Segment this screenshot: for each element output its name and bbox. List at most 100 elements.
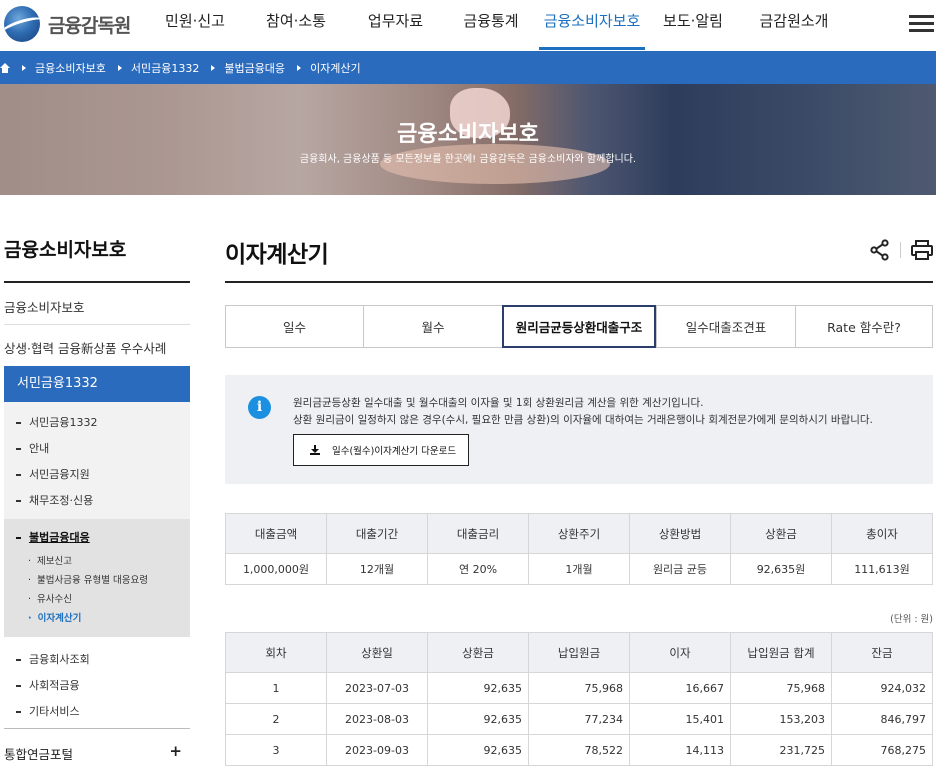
column-header: 대출금액: [225, 513, 327, 554]
tab-equal-installment[interactable]: 원리금균등상환대출구조: [502, 305, 656, 348]
table-cell: 153,203: [730, 703, 832, 735]
hero-banner: 금융소비자보호 금융회사, 금융상품 등 모든정보를 한곳에! 금융감독은 금융…: [0, 84, 936, 195]
tab-daily-loan-table[interactable]: 일수대출조견표: [656, 305, 795, 348]
menu-item-complaints[interactable]: 민원·신고: [146, 0, 244, 50]
table-cell: 2023-08-03: [326, 703, 428, 735]
menu-item-work-data[interactable]: 업무자료: [348, 0, 443, 50]
plus-icon[interactable]: +: [169, 742, 182, 760]
chevron-right-icon: [117, 64, 122, 71]
table-cell: 92,635원: [730, 553, 832, 585]
sidebar-leaf-report[interactable]: 제보신고: [28, 553, 72, 567]
table-cell: 16,667: [629, 672, 731, 704]
sidebar-leaf-similar[interactable]: 유사수신: [28, 591, 72, 605]
column-header: 납입원금: [528, 632, 630, 673]
info-text: 상환 원리금이 일정하지 않은 경우(수시, 필요한 만큼 상환)의 이자율에 …: [293, 414, 873, 426]
column-header: 상환주기: [528, 513, 630, 554]
table-cell: 1개월: [528, 553, 630, 585]
sidebar-subitem-illegal-finance[interactable]: 불법금융대응: [16, 529, 90, 545]
sidebar-subitem-social[interactable]: 사회적금융: [16, 677, 80, 693]
sidebar-subitem-other[interactable]: 기타서비스: [16, 703, 80, 719]
page-tools: [870, 239, 933, 261]
sidebar-title: 금융소비자보호: [4, 239, 127, 261]
tab-rate-function[interactable]: Rate 함수란?: [795, 305, 933, 348]
sidebar-item-label: 통합연금포털: [4, 747, 74, 762]
sidebar-item-best-practices[interactable]: 상생·협력 금융新상품 우수사례: [4, 338, 190, 366]
sidebar-subitem-company[interactable]: 금융회사조회: [16, 651, 90, 667]
tab-days[interactable]: 일수: [225, 305, 363, 348]
divider: [4, 281, 190, 283]
site-logo[interactable]: 금융감독원: [4, 6, 131, 42]
calculator-tabs: 일수 월수 원리금균등상환대출구조 일수대출조견표 Rate 함수란?: [225, 305, 933, 348]
column-header: 상환일: [326, 632, 428, 673]
share-icon[interactable]: [870, 239, 890, 261]
table-cell: 연 20%: [427, 553, 529, 585]
table-cell: 231,725: [730, 734, 832, 766]
download-button[interactable]: 일수(월수)이자계산기 다운로드: [293, 434, 469, 466]
menu-item-consumer-protection[interactable]: 금융소비자보호: [539, 0, 645, 50]
sidebar-leaf-calculator[interactable]: 이자계산기: [28, 610, 82, 624]
sidebar-item-pension[interactable]: 통합연금포털 +: [4, 742, 190, 763]
menu-item-about[interactable]: 금감원소개: [741, 0, 847, 50]
hamburger-menu-icon[interactable]: [909, 15, 934, 33]
table-cell: 75,968: [730, 672, 832, 704]
sidebar-item-seomin-1332[interactable]: 서민금융1332: [4, 366, 190, 402]
column-header: 대출금리: [427, 513, 529, 554]
sidebar-subitem-debt[interactable]: 채무조정·신용: [16, 492, 93, 508]
table-row: 2 2023-08-03 92,635 77,234 15,401 153,20…: [225, 703, 933, 735]
breadcrumb-item[interactable]: 서민금융1332: [131, 60, 199, 76]
table-cell: 78,522: [528, 734, 630, 766]
sidebar-subitem-support[interactable]: 서민금융지원: [16, 466, 90, 482]
global-header: 금융감독원 민원·신고 참여·소통 업무자료 금융통계 금융소비자보호 보도·알…: [0, 0, 936, 50]
hero-subtitle: 금융회사, 금융상품 등 모든정보를 한곳에! 금융감독은 금융소비자와 함께합…: [299, 154, 637, 165]
tab-months[interactable]: 월수: [363, 305, 502, 348]
home-icon[interactable]: [0, 62, 10, 73]
chevron-right-icon: [297, 64, 302, 71]
table-cell: 2023-07-03: [326, 672, 428, 704]
sidebar-subitem-guide[interactable]: 안내: [16, 440, 49, 456]
table-cell: 15,401: [629, 703, 731, 735]
sidebar-submenu: 서민금융1332 안내 서민금융지원 채무조정·신용 불법금융대응 제보신고 불…: [4, 402, 190, 718]
table-row: 3 2023-09-03 92,635 78,522 14,113 231,72…: [225, 734, 933, 766]
loan-summary-table: 대출금액 대출기간 대출금리 상환주기 상환방법 상환금 총이자 1,000,0…: [225, 513, 933, 585]
breadcrumb-item[interactable]: 금융소비자보호: [35, 60, 106, 76]
table-cell: 111,613원: [831, 553, 933, 585]
table-cell: 14,113: [629, 734, 731, 766]
breadcrumb-current[interactable]: 이자계산기: [310, 60, 361, 76]
download-label: 일수(월수)이자계산기 다운로드: [332, 446, 457, 457]
table-row: 1 2023-07-03 92,635 75,968 16,667 75,968…: [225, 672, 933, 704]
breadcrumb-item[interactable]: 불법금융대응: [224, 60, 285, 76]
column-header: 상환방법: [629, 513, 731, 554]
column-header: 회차: [225, 632, 327, 673]
sidebar-subitem-1332[interactable]: 서민금융1332: [16, 414, 97, 430]
menu-item-statistics[interactable]: 금융통계: [443, 0, 539, 50]
table-cell: 768,275: [831, 734, 933, 766]
page-title: 이자계산기: [225, 242, 329, 268]
table-cell: 92,635: [427, 734, 529, 766]
unit-label: (단위 : 원): [890, 614, 933, 625]
table-header-row: 회차 상환일 상환금 납입원금 이자 납입원금 합계 잔금: [225, 632, 933, 673]
table-cell: 1: [225, 672, 327, 704]
menu-item-participation[interactable]: 참여·소통: [244, 0, 348, 50]
fss-logo-icon: [4, 6, 40, 42]
table-header-row: 대출금액 대출기간 대출금리 상환주기 상환방법 상환금 총이자: [225, 513, 933, 554]
info-box: i 원리금균등상환 일수대출 및 월수대출의 이자율 및 1회 상환원리금 계산…: [225, 375, 933, 484]
sidebar-leaf-guide[interactable]: 불법사금융 유형별 대응요령: [28, 572, 148, 586]
table-cell: 92,635: [427, 703, 529, 735]
print-icon[interactable]: [911, 240, 933, 260]
table-cell: 원리금 균등: [629, 553, 731, 585]
chevron-right-icon: [22, 64, 26, 71]
table-cell: 92,635: [427, 672, 529, 704]
column-header: 이자: [629, 632, 731, 673]
table-cell: 75,968: [528, 672, 630, 704]
column-header: 상환금: [730, 513, 832, 554]
table-cell: 3: [225, 734, 327, 766]
menu-item-news[interactable]: 보도·알림: [645, 0, 741, 50]
divider: [225, 281, 933, 283]
sidebar-item-consumer-protection[interactable]: 금융소비자보호: [4, 297, 190, 325]
table-cell: 77,234: [528, 703, 630, 735]
info-icon: i: [248, 396, 271, 419]
table-cell: 12개월: [326, 553, 428, 585]
table-cell: 1,000,000원: [225, 553, 327, 585]
table-cell: 2: [225, 703, 327, 735]
breadcrumb: 금융소비자보호 서민금융1332 불법금융대응 이자계산기: [0, 51, 936, 84]
